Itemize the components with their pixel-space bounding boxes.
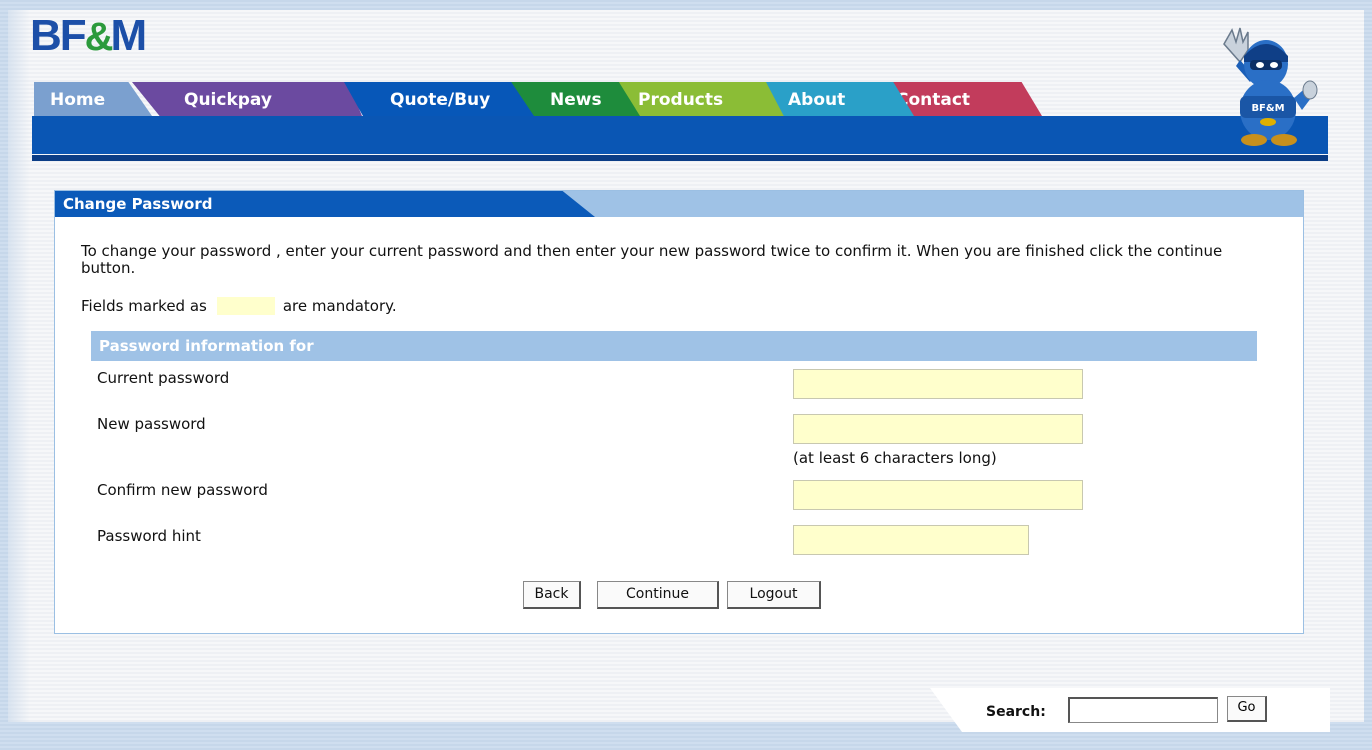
change-password-panel: Change Password To change your password … (54, 190, 1304, 634)
nav-bar-divider (32, 155, 1328, 161)
logout-button[interactable]: Logout (727, 581, 821, 609)
tab-quote-buy[interactable]: Quote/Buy (344, 82, 534, 116)
mandatory-swatch (216, 297, 275, 315)
intro-text: To change your password , enter your cur… (81, 242, 1223, 277)
confirm-password-label: Confirm new password (97, 481, 268, 499)
mandatory-prefix: Fields marked as (81, 297, 207, 315)
logo-suffix: M (110, 11, 148, 60)
logo-ampersand: & (84, 15, 114, 59)
bfm-logo[interactable]: BF&M (30, 11, 148, 60)
nav-bar (32, 116, 1328, 154)
continue-button[interactable]: Continue (597, 581, 719, 609)
new-password-hint: (at least 6 characters long) (793, 449, 997, 467)
tab-about[interactable]: About (766, 82, 914, 116)
search-go-button[interactable]: Go (1227, 696, 1267, 722)
panel-title: Change Password (55, 191, 595, 217)
current-password-input[interactable] (793, 369, 1083, 399)
search-label: Search: (986, 704, 1046, 720)
confirm-password-input[interactable] (793, 480, 1083, 510)
password-hint-input[interactable] (793, 525, 1029, 555)
mandatory-note: Fields marked as are mandatory. (81, 297, 397, 315)
tab-quickpay[interactable]: Quickpay (132, 82, 362, 116)
mascot-image: BF&M (1223, 27, 1318, 146)
mascot-badge-text: BF&M (1251, 103, 1284, 114)
logo-prefix: BF (30, 11, 87, 60)
section-title: Password information for (91, 331, 1257, 361)
mandatory-suffix: are mandatory. (282, 297, 397, 315)
current-password-label: Current password (97, 369, 230, 387)
new-password-label: New password (97, 415, 206, 433)
password-hint-label: Password hint (97, 527, 201, 545)
search-input[interactable] (1068, 697, 1218, 723)
new-password-input[interactable] (793, 414, 1083, 444)
back-button[interactable]: Back (523, 581, 581, 609)
